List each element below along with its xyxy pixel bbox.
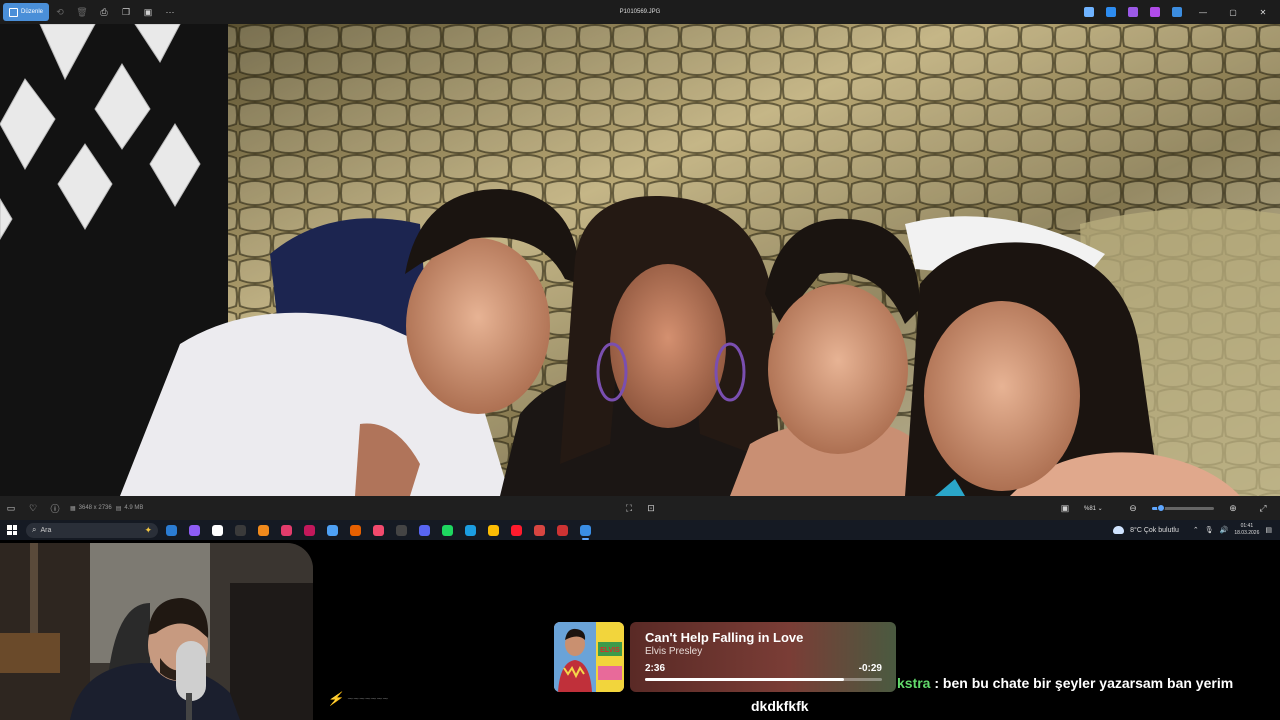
dimensions-icon: ▦ (70, 505, 76, 512)
start-button[interactable] (7, 525, 17, 535)
taskbar-podcast-icon[interactable] (327, 524, 338, 536)
info-icon[interactable]: ⓘ (44, 502, 66, 515)
clock-date: 18.03.2026 (1234, 530, 1260, 536)
filmstrip-icon[interactable]: ▭ (0, 503, 22, 514)
cloud-icon (1113, 526, 1125, 534)
fullscreen-icon[interactable]: ⤢ (1252, 503, 1274, 514)
song-artist: Elvis Presley (645, 646, 703, 657)
pinned-apps (166, 524, 591, 540)
album-art: ELVIS (554, 622, 624, 692)
taskbar-app-red-icon[interactable] (304, 524, 315, 536)
taskbar-chrome-icon[interactable] (488, 524, 499, 536)
favorite-icon[interactable]: ♡ (22, 503, 44, 514)
slideshow-icon[interactable]: ▣ (137, 3, 159, 21)
taskbar-obs-icon[interactable] (557, 524, 568, 536)
actual-size-icon[interactable]: ⊡ (640, 503, 662, 514)
system-tray: 8°C Çok bulutlu ⌃ 🎙 🔊 01:41 18.03.2026 ▤ (1113, 520, 1272, 540)
fit-window-icon[interactable]: ▣ (1054, 503, 1076, 514)
taskbar-store-icon[interactable] (212, 524, 223, 536)
file-size-icon: ▤ (115, 505, 122, 512)
volume-icon[interactable]: 🔊 (1220, 526, 1229, 534)
notification-icon[interactable]: ▤ (1265, 526, 1272, 534)
search-placeholder: Ara (40, 526, 52, 534)
photos-edit-icon[interactable] (1106, 7, 1116, 17)
stream-logo-icon: ⚡ (327, 691, 344, 706)
stream-logo-script: ~~~~~~~ (347, 693, 389, 705)
stream-watermark: ⚡ ~~~~~~~ (327, 691, 388, 707)
photo-view[interactable] (0, 24, 1280, 496)
taskbar-spotify-icon[interactable] (442, 524, 453, 536)
taskbar-media-icon[interactable] (281, 524, 292, 536)
image-dimensions: ▦ 3648 x 2736 (70, 505, 112, 512)
zoom-dropdown[interactable]: %81 ⌄ (1084, 505, 1114, 512)
remaining-time: -0:29 (858, 663, 882, 674)
rotate-icon[interactable]: ⟲ (49, 3, 71, 21)
file-size: ▤ 4.9 MB (116, 505, 144, 512)
clock[interactable]: 01:41 18.03.2026 (1234, 523, 1259, 537)
search-icon: ⌕ (32, 525, 37, 534)
weather-text[interactable]: 8°C Çok bulutlu (1130, 527, 1179, 534)
designer-icon[interactable] (1150, 7, 1160, 17)
webcam-overlay (0, 543, 313, 720)
zoom-out-icon[interactable]: ⊖ (1122, 503, 1144, 514)
zoom-value: %81 (1084, 505, 1097, 512)
clock-time: 01:41 (1240, 523, 1254, 529)
taskbar-recorder-icon[interactable] (534, 524, 545, 536)
album-art-text: ELVIS (600, 647, 620, 654)
tray-chevron-icon[interactable]: ⌃ (1193, 526, 1199, 534)
file-size-value: 4.9 MB (124, 505, 144, 511)
fit-icon[interactable]: ⛶ (618, 503, 640, 514)
copilot-icon[interactable] (1084, 7, 1094, 17)
chat-message: kstra : ben bu chate bir şeyler yazarsam… (897, 675, 1233, 691)
taskbar-terminal-icon[interactable] (235, 524, 246, 536)
minimize-icon[interactable]: — (1194, 8, 1212, 17)
taskbar-outlook-icon[interactable] (166, 524, 177, 536)
taskbar-edge-icon[interactable] (465, 524, 476, 536)
song-progress-bar (645, 678, 882, 681)
photo-image (0, 24, 1280, 496)
taskbar-tv-icon[interactable] (396, 524, 407, 536)
photo-info-bar: ▭ ♡ ⓘ ▦ 3648 x 2736 ▤ 4.9 MB ⛶ ⊡ ▣ %81 ⌄… (0, 496, 1280, 520)
taskbar-firefox-icon[interactable] (350, 524, 361, 536)
taskbar-music-icon[interactable] (373, 524, 384, 536)
microphone-icon[interactable]: 🎙 (1205, 526, 1214, 534)
webcam-image (0, 543, 313, 720)
zoom-in-icon[interactable]: ⊕ (1222, 503, 1244, 514)
delete-icon[interactable]: 🗑 (71, 3, 93, 21)
song-title: Can't Help Falling in Love (645, 630, 804, 645)
taskbar-photos-icon[interactable] (580, 524, 591, 540)
zoom-slider[interactable] (1152, 503, 1214, 512)
close-icon[interactable]: ✕ (1254, 8, 1272, 17)
edit-button-label: Düzenle (21, 9, 44, 15)
chat-message-text: : ben bu chate bir şeyler yazarsam ban y… (930, 675, 1234, 691)
taskbar-discord-icon[interactable] (419, 524, 430, 536)
sparkle-icon: ✦ (144, 524, 152, 535)
title-bar: Düzenle ⟲ 🗑 ⎙ ❐ ▣ ··· P1010569.JPG — ▢ ✕ (0, 0, 1280, 24)
now-playing-card: Can't Help Falling in Love Elvis Presley… (630, 622, 896, 692)
edit-icon (9, 7, 18, 17)
maximize-icon[interactable]: ▢ (1224, 8, 1242, 17)
song-progress-fill (645, 678, 845, 681)
taskbar-vlc-icon[interactable] (258, 524, 269, 536)
edit-button[interactable]: Düzenle (3, 3, 50, 21)
print-icon[interactable]: ⎙ (93, 3, 115, 21)
elapsed-time: 2:36 (645, 663, 666, 674)
onedrive-icon[interactable] (1172, 7, 1182, 17)
taskbar-search[interactable]: ⌕ Ara ✦ (26, 522, 158, 538)
image-dimensions-value: 3648 x 2736 (78, 505, 112, 511)
clipchamp-icon[interactable] (1128, 7, 1138, 17)
taskbar-opera-icon[interactable] (511, 524, 522, 536)
more-icon[interactable]: ··· (159, 3, 181, 21)
chat-message-2: dkdkfkfk (751, 698, 809, 714)
chat-username: kstra (897, 675, 931, 691)
copy-icon[interactable]: ❐ (115, 3, 137, 21)
zoom-slider-knob[interactable] (1157, 503, 1166, 512)
album-art-image: ELVIS (554, 622, 624, 692)
taskbar-copilot-icon[interactable] (189, 524, 200, 536)
windows-taskbar: ⌕ Ara ✦ 8°C Çok bulutlu ⌃ 🎙 🔊 01:41 18.0… (0, 520, 1280, 540)
